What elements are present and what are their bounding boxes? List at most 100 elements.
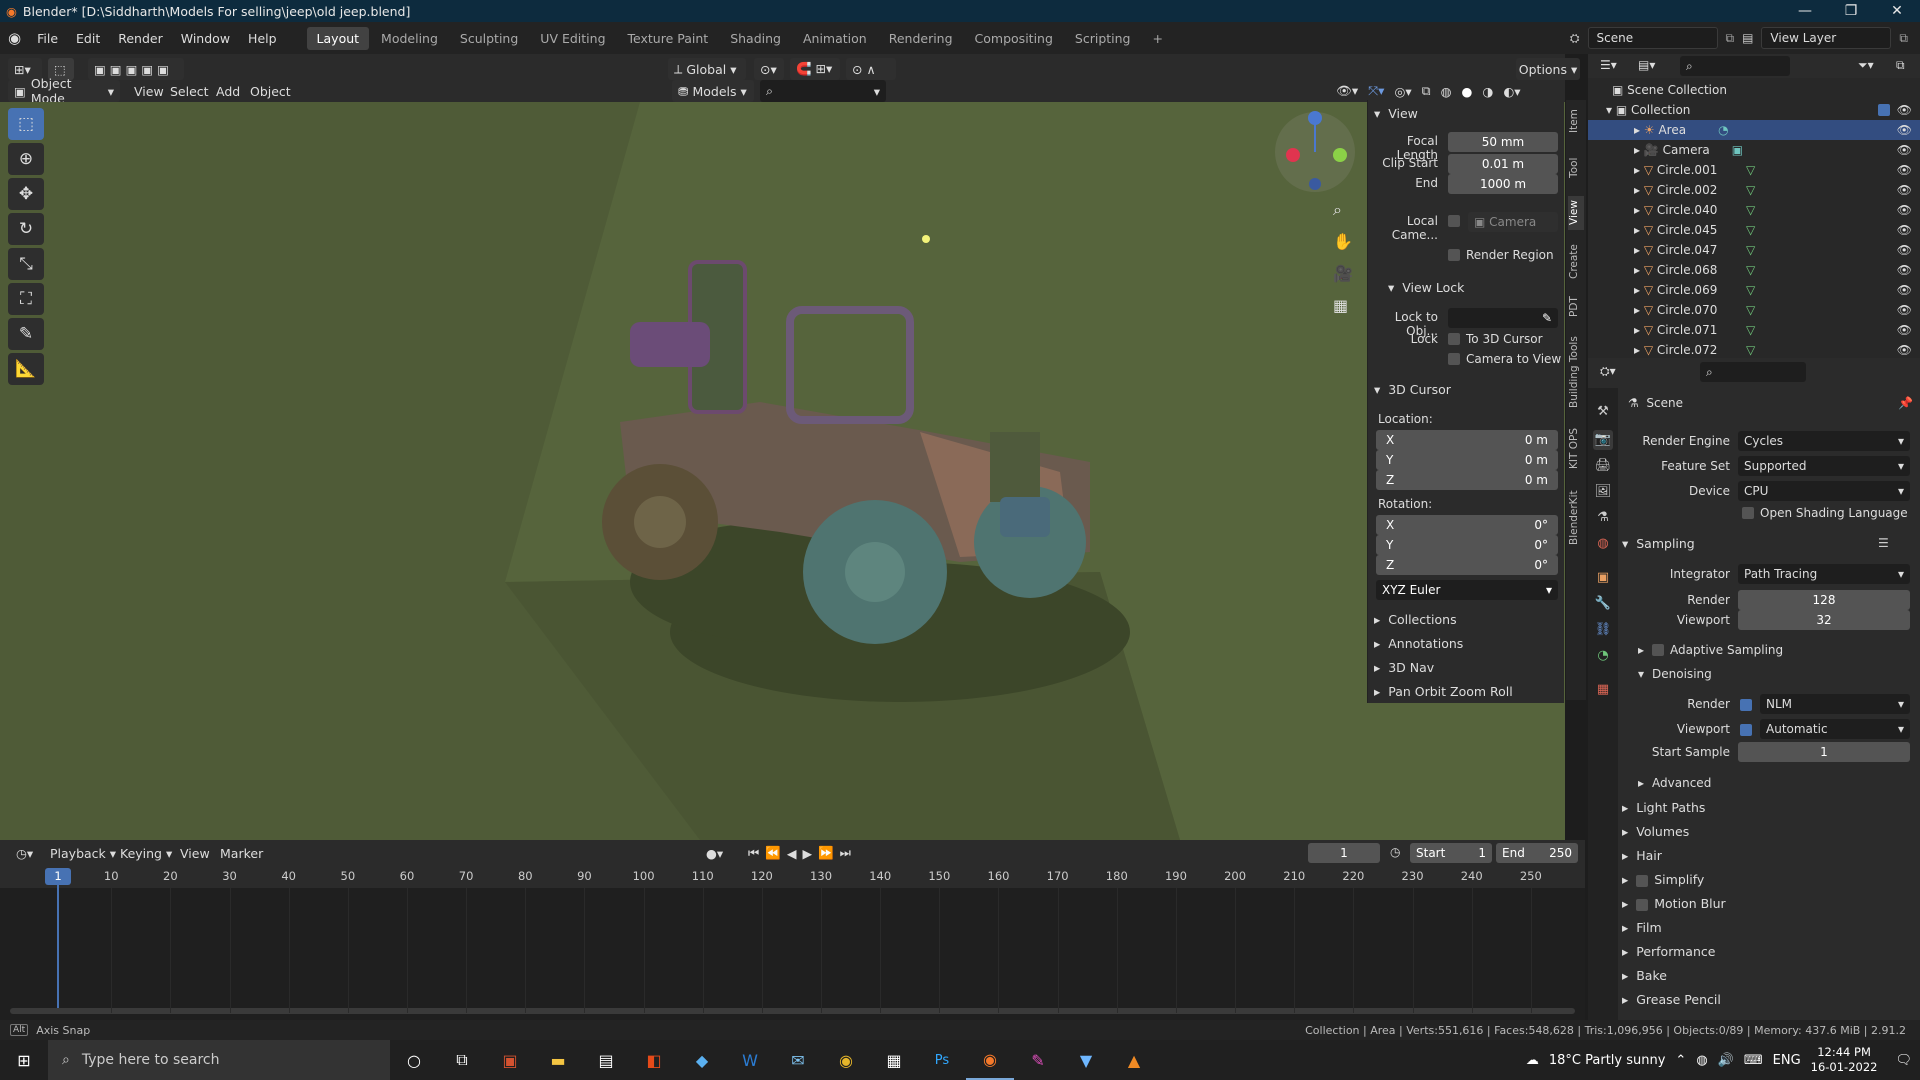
view-layer-selector[interactable]: View Layer [1761, 27, 1892, 49]
rotate-tool-icon[interactable]: ↻ [8, 213, 44, 245]
start-frame-field[interactable]: Start 1 [1410, 843, 1492, 863]
eye-icon[interactable]: 👁 [1897, 243, 1912, 257]
timeline-ruler[interactable]: 10 20 30 40 50 60 70 80 90 100 110 120 130 140 150 160 1… [0, 866, 1585, 888]
new-view-layer-icon[interactable]: ⧉ [1899, 31, 1908, 46]
select-box-icon[interactable]: ⬚ [8, 108, 44, 140]
cursor-rotation-y[interactable]: Y 0° [1376, 535, 1558, 555]
section-film[interactable]: ▸ Film [1622, 920, 1662, 935]
outliner-collection[interactable]: ▾ ▣ Collection 👁 [1588, 100, 1920, 120]
timeline-scrollbar[interactable] [10, 1008, 1575, 1014]
tab-modeling[interactable]: Modeling [371, 27, 448, 50]
auto-keying-icon[interactable]: ●▾ [700, 842, 729, 864]
feature-set-dropdown[interactable]: Supported ▾ [1738, 456, 1910, 476]
taskbar-search-input[interactable]: ⌕ Type here to search [48, 1040, 390, 1080]
zoom-icon[interactable]: ⌕ [1333, 200, 1342, 219]
cursor-location-y[interactable]: Y0 m [1376, 450, 1558, 470]
volume-icon[interactable]: 🔊 [1718, 1053, 1734, 1068]
timeline-type-icon[interactable]: ◷▾ [10, 842, 39, 864]
local-camera-checkbox[interactable] [1448, 215, 1460, 227]
cursor-location-x[interactable]: X0 m [1376, 430, 1558, 450]
ortho-toggle-icon[interactable]: ▦ [1333, 296, 1348, 315]
collection-filter[interactable]: ⛃ Models ▾ [672, 80, 754, 102]
section-volumes[interactable]: ▸ Volumes [1622, 824, 1689, 839]
properties-search-input[interactable]: ⌕ [1700, 362, 1806, 382]
properties-type-icon[interactable]: ⛭▾ [1600, 364, 1616, 379]
modifier-props-icon[interactable]: 🔧 [1593, 594, 1613, 614]
eyedropper-icon[interactable]: ✎ [1542, 308, 1552, 328]
cursor-rotation-z[interactable]: Z 0° [1376, 555, 1558, 575]
maximize-icon[interactable]: ❐ [1828, 3, 1874, 19]
camera-view-icon[interactable]: 🎥 [1333, 264, 1353, 283]
tab-building-tools[interactable]: Building Tools [1568, 332, 1584, 412]
gizmo-y-icon[interactable] [1333, 148, 1347, 162]
eye-icon[interactable]: 👁 [1897, 223, 1912, 237]
add-workspace-icon[interactable]: + [1143, 27, 1173, 50]
proportional-edit-icon[interactable]: ⊙ ∧ [846, 58, 896, 80]
xray-icon[interactable]: ⧉ [1422, 83, 1431, 99]
cursor-panel-header[interactable]: ▾ 3D Cursor [1374, 382, 1451, 397]
clip-end-field[interactable]: 1000 m [1448, 174, 1558, 194]
eye-icon[interactable]: 👁 [1897, 283, 1912, 297]
playhead[interactable] [57, 868, 59, 1008]
powerpoint-icon[interactable]: ▣ [486, 1040, 534, 1080]
menu-timeline-view[interactable]: View [174, 842, 216, 864]
next-key-icon[interactable]: ⏩ [818, 845, 840, 861]
view-panel-header[interactable]: ▾ View [1374, 106, 1418, 121]
shading-controls[interactable]: 👁▾ ⤧▾ ◎▾ ⧉ ◍ ● ◑ ◐▾ [1330, 80, 1562, 102]
playback-controls[interactable]: ⏮ ⏪ ◀ ▶ ⏩ ⏭ [742, 842, 863, 864]
texture-props-icon[interactable]: ▦ [1593, 680, 1613, 700]
display-mode-icon[interactable]: ▤▾ [1638, 58, 1655, 72]
denoise-viewport-dropdown[interactable]: Automatic ▾ [1760, 719, 1910, 739]
tab-scripting[interactable]: Scripting [1065, 27, 1141, 50]
snap-icon[interactable]: 🧲 ⊞▾ [790, 58, 840, 80]
tab-texture-paint[interactable]: Texture Paint [618, 27, 719, 50]
menu-help[interactable]: Help [240, 28, 285, 49]
scene-selector[interactable]: Scene [1587, 27, 1718, 49]
office-icon[interactable]: ◧ [630, 1040, 678, 1080]
lock-to-object-field[interactable]: ✎ [1448, 308, 1558, 328]
new-collection-icon[interactable]: ⧉ [1896, 58, 1905, 73]
menu-render[interactable]: Render [110, 28, 171, 49]
pan-icon[interactable]: ✋ [1333, 232, 1353, 251]
outliner-item-camera[interactable]: ▸ 🎥 Camera ▣ 👁 [1588, 140, 1920, 160]
data-props-icon[interactable]: ◔ [1593, 646, 1613, 666]
section-simplify[interactable]: ▸ Simplify [1622, 872, 1704, 887]
mode-selector[interactable]: ▣ Object Mode ▾ [8, 76, 120, 106]
close-icon[interactable]: ✕ [1874, 3, 1920, 19]
outliner-item-mesh[interactable]: ▸ ▽ Circle.002 ▽ 👁 [1588, 180, 1920, 200]
device-dropdown[interactable]: CPU ▾ [1738, 481, 1910, 501]
play-reverse-icon[interactable]: ◀ [787, 846, 803, 861]
jump-end-icon[interactable]: ⏭ [840, 845, 857, 861]
menu-add[interactable]: Add [210, 80, 246, 102]
menu-select[interactable]: Select [164, 80, 215, 102]
solid-shading-icon[interactable]: ● [1461, 84, 1472, 99]
playhead-frame[interactable]: 1 [45, 868, 71, 885]
rotation-mode-dropdown[interactable]: XYZ Euler ▾ [1376, 580, 1558, 600]
gizmo-icon[interactable]: ⤧▾ [1368, 83, 1384, 99]
scale-tool-icon[interactable]: ⤡ [8, 248, 44, 280]
minimize-icon[interactable]: — [1782, 3, 1828, 19]
cortana-icon[interactable]: ○ [390, 1040, 438, 1080]
eye-icon[interactable]: 👁 [1897, 123, 1912, 137]
outliner-item-mesh[interactable]: ▸ ▽ Circle.068 ▽ 👁 [1588, 260, 1920, 280]
eye-icon[interactable]: 👁 [1897, 103, 1912, 117]
krita-icon[interactable]: ✎ [1014, 1040, 1062, 1080]
transform-tool-icon[interactable]: ⛶ [8, 283, 44, 315]
tray-chevron-icon[interactable]: ⌃ [1675, 1053, 1686, 1068]
section-motion-blur[interactable]: ▸ Motion Blur [1622, 896, 1726, 911]
photos-icon[interactable]: ▦ [870, 1040, 918, 1080]
cursor-location-z[interactable]: Z0 m [1376, 470, 1558, 490]
constraint-props-icon[interactable]: ⛓ [1593, 620, 1613, 640]
keyboard-icon[interactable]: ⌨ [1744, 1053, 1763, 1068]
menu-marker[interactable]: Marker [214, 842, 269, 864]
menu-object[interactable]: Object [244, 80, 297, 102]
view-layer-icon[interactable]: ▤ [1742, 31, 1753, 45]
weather-icon[interactable]: ☁ [1526, 1053, 1539, 1068]
annotations-panel-header[interactable]: ▸ Annotations [1374, 636, 1463, 651]
tab-animation[interactable]: Animation [793, 27, 877, 50]
menu-window[interactable]: Window [173, 28, 238, 49]
outliner-item-mesh[interactable]: ▸ ▽ Circle.072 ▽ 👁 [1588, 340, 1920, 360]
chrome-icon[interactable]: ◉ [822, 1040, 870, 1080]
adaptive-sampling-checkbox[interactable]: ▸ Adaptive Sampling [1638, 643, 1783, 657]
eye-icon[interactable]: 👁 [1897, 263, 1912, 277]
